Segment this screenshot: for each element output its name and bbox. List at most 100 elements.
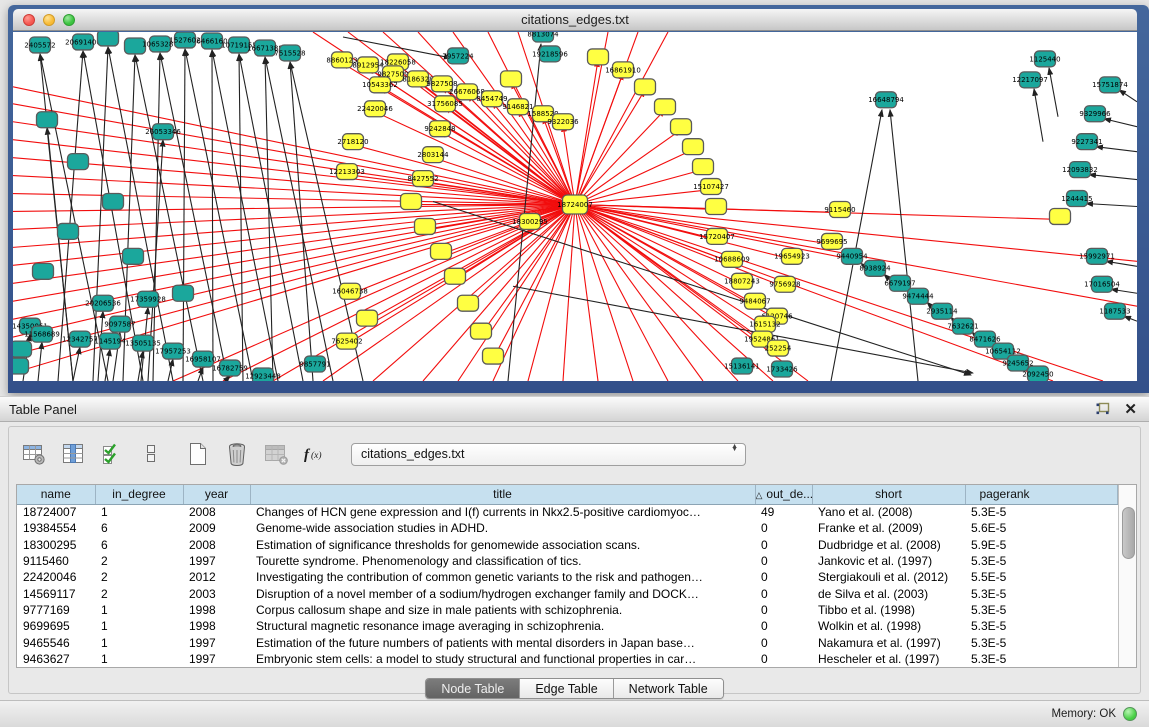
graph-node[interactable]: 16648794 bbox=[868, 92, 904, 108]
table-row[interactable]: 1872400712008Changes of HCN gene express… bbox=[17, 504, 1117, 520]
graph-node[interactable]: 15720407 bbox=[699, 228, 735, 244]
graph-node[interactable]: 10688609 bbox=[714, 251, 750, 267]
graph-node[interactable] bbox=[33, 263, 54, 279]
graph-node[interactable]: 20691406 bbox=[65, 34, 101, 50]
table-toolbar: f (x) citations_edges.txt ▲▼ bbox=[19, 439, 746, 469]
window-titlebar[interactable]: citations_edges.txt bbox=[13, 9, 1137, 31]
graph-node[interactable] bbox=[671, 119, 692, 135]
column-header-pagerank[interactable]: pagerank bbox=[965, 485, 1117, 504]
graph-node[interactable] bbox=[706, 199, 727, 215]
scrollbar-thumb[interactable] bbox=[1122, 507, 1135, 559]
table-row[interactable]: 911546021997Tourette syndrome. Phenomeno… bbox=[17, 553, 1117, 569]
import-table-icon[interactable] bbox=[261, 439, 291, 469]
graph-node[interactable]: 7632621 bbox=[947, 318, 978, 334]
graph-node[interactable]: 9857791 bbox=[299, 356, 330, 372]
graph-node[interactable]: 7957224 bbox=[442, 48, 474, 64]
graph-node[interactable]: 252254 bbox=[765, 340, 792, 356]
graph-edge bbox=[1124, 316, 1137, 321]
column-header-name[interactable]: name bbox=[17, 485, 95, 504]
delete-table-icon[interactable] bbox=[222, 439, 252, 469]
graph-node[interactable] bbox=[445, 268, 466, 284]
svg-text:9440954: 9440954 bbox=[836, 253, 868, 261]
close-panel-icon[interactable]: ✕ bbox=[1124, 402, 1137, 417]
column-header-year[interactable]: year bbox=[183, 485, 250, 504]
tab-network-table[interactable]: Network Table bbox=[614, 679, 723, 698]
graph-node[interactable] bbox=[37, 112, 58, 128]
graph-node[interactable]: 2803144 bbox=[417, 147, 449, 163]
graph-node[interactable]: 2405572 bbox=[24, 37, 55, 53]
graph-node[interactable]: 9484067 bbox=[739, 293, 770, 309]
svg-text:12093832: 12093832 bbox=[1062, 166, 1098, 174]
memory-ok-icon[interactable] bbox=[1123, 707, 1137, 721]
table-row[interactable]: 1830029562008Estimation of significance … bbox=[17, 537, 1117, 553]
graph-node[interactable]: 8813074 bbox=[527, 32, 559, 42]
graph-node[interactable]: 19218596 bbox=[532, 46, 568, 62]
new-table-icon[interactable] bbox=[183, 439, 213, 469]
tab-node-table[interactable]: Node Table bbox=[426, 679, 520, 698]
graph-node[interactable] bbox=[58, 223, 79, 239]
graph-node[interactable] bbox=[483, 348, 504, 364]
graph-node[interactable] bbox=[683, 139, 704, 155]
column-visibility-icon[interactable] bbox=[58, 439, 88, 469]
column-header-out_de[interactable]: △out_de... bbox=[755, 485, 812, 504]
graph-node[interactable]: 18724007 bbox=[557, 195, 593, 214]
svg-text:9857791: 9857791 bbox=[299, 360, 330, 368]
graph-node[interactable]: 15107427 bbox=[693, 179, 729, 195]
function-builder-icon[interactable]: f (x) bbox=[300, 439, 330, 469]
graph-node[interactable] bbox=[13, 358, 29, 374]
graph-node[interactable] bbox=[1050, 208, 1071, 224]
column-header-in_degree[interactable]: in_degree bbox=[95, 485, 183, 504]
graph-node[interactable] bbox=[401, 194, 422, 210]
graph-node[interactable]: 1125440 bbox=[1029, 51, 1060, 67]
table-row[interactable]: 946362711997Embryonic stem cells: a mode… bbox=[17, 651, 1117, 667]
network-canvas[interactable]: 2405572206914061065328715276026466160107… bbox=[13, 32, 1137, 381]
graph-node[interactable] bbox=[173, 285, 194, 301]
table-row[interactable]: 946554611997Estimation of the future num… bbox=[17, 634, 1117, 650]
graph-node[interactable] bbox=[123, 248, 144, 264]
graph-node[interactable] bbox=[471, 323, 492, 339]
graph-node[interactable]: 16046738 bbox=[332, 283, 368, 299]
graph-node[interactable] bbox=[357, 310, 378, 326]
graph-node[interactable]: 9440954 bbox=[836, 248, 868, 264]
graph-node[interactable]: 9699695 bbox=[816, 233, 847, 249]
graph-node[interactable]: 1733426 bbox=[766, 361, 797, 377]
tab-edge-table[interactable]: Edge Table bbox=[520, 679, 613, 698]
graph-node[interactable] bbox=[13, 341, 32, 357]
table-row[interactable]: 1456911722003Disruption of a novel membe… bbox=[17, 585, 1117, 601]
float-panel-icon[interactable] bbox=[1095, 402, 1110, 416]
select-columns-icon[interactable] bbox=[97, 439, 127, 469]
column-header-short[interactable]: short bbox=[812, 485, 965, 504]
table-row[interactable]: 1938455462009Genome-wide association stu… bbox=[17, 520, 1117, 536]
graph-node[interactable]: 12217097 bbox=[1012, 72, 1048, 88]
graph-node[interactable]: 9115460 bbox=[824, 202, 855, 218]
graph-node[interactable] bbox=[458, 295, 479, 311]
graph-node[interactable]: 8938924 bbox=[859, 260, 891, 276]
graph-node[interactable] bbox=[693, 159, 714, 175]
graph-node[interactable] bbox=[415, 218, 436, 234]
graph-node[interactable] bbox=[588, 49, 609, 65]
row-selection-icon[interactable] bbox=[136, 439, 166, 469]
table-selector-dropdown[interactable]: citations_edges.txt ▲▼ bbox=[351, 443, 746, 466]
graph-node[interactable]: 2935114 bbox=[926, 303, 958, 319]
graph-node[interactable] bbox=[501, 71, 522, 87]
graph-node[interactable]: 15751874 bbox=[1092, 77, 1128, 93]
graph-node[interactable]: 22420046 bbox=[357, 101, 393, 117]
table-row[interactable]: 977716911998Corpus callosum shape and si… bbox=[17, 602, 1117, 618]
graph-edge bbox=[239, 54, 243, 381]
graph-edge bbox=[1089, 175, 1137, 180]
graph-node[interactable] bbox=[68, 154, 89, 170]
graph-node[interactable] bbox=[655, 99, 676, 115]
graph-node[interactable] bbox=[431, 243, 452, 259]
graph-node[interactable] bbox=[635, 79, 656, 95]
table-scrollbar[interactable] bbox=[1118, 485, 1137, 667]
graph-node[interactable]: 16861910 bbox=[605, 62, 641, 78]
svg-text:6679197: 6679197 bbox=[884, 280, 915, 288]
column-header-title[interactable]: title bbox=[250, 485, 755, 504]
table-row[interactable]: 969969511998Structural magnetic resonanc… bbox=[17, 618, 1117, 634]
table-row[interactable]: 2242004622012Investigating the contribut… bbox=[17, 569, 1117, 585]
graph-node[interactable] bbox=[103, 194, 124, 210]
graph-node[interactable]: 19654923 bbox=[774, 248, 810, 264]
graph-node[interactable] bbox=[98, 32, 119, 46]
table-options-icon[interactable] bbox=[19, 439, 49, 469]
graph-node[interactable]: 7625402 bbox=[331, 333, 362, 349]
